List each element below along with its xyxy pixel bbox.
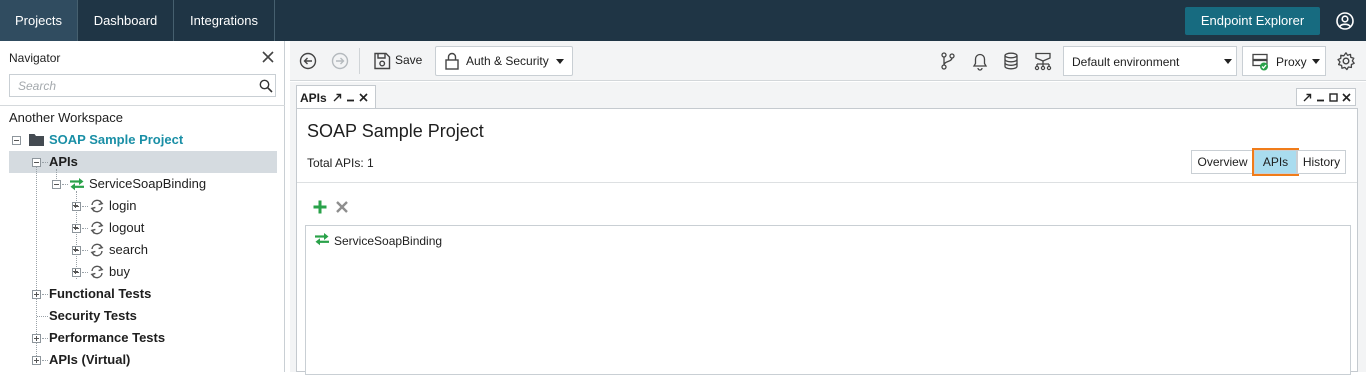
collapse-toggle[interactable] [32,158,41,167]
branch-icon[interactable] [938,51,958,71]
tab-divider [274,0,275,41]
tree-connector [42,360,48,361]
expand-toggle[interactable] [72,268,81,277]
tree-connector [82,228,88,229]
maximize-icon[interactable] [1329,93,1338,102]
total-apis-count: Total APIs: 1 [307,156,374,170]
chevron-down-icon [556,59,564,64]
auth-security-label: Auth & Security [466,54,549,68]
divider [0,105,285,106]
add-icon[interactable] [312,199,328,215]
endpoint-explorer-button[interactable]: Endpoint Explorer [1185,7,1320,35]
apis-panel: SOAP Sample Project Total APIs: 1 Overvi… [296,108,1358,375]
proxy-button[interactable]: Proxy [1242,46,1326,76]
expand-toggle[interactable] [32,356,41,365]
search-input[interactable] [10,75,250,96]
tree-item-binding[interactable]: ServiceSoapBinding [89,173,206,195]
refresh-operation-icon [90,243,104,257]
expand-toggle[interactable] [32,334,41,343]
search-icon[interactable] [259,79,273,93]
environment-value: Default environment [1072,55,1180,69]
chevron-down-icon [1312,59,1320,64]
gear-icon[interactable] [1336,51,1356,71]
collapse-toggle[interactable] [52,180,61,189]
top-navigation-bar: Projects Dashboard Integrations Endpoint… [0,0,1366,41]
close-icon[interactable] [359,93,368,102]
tree-item-operation[interactable]: login [109,195,136,217]
list-item[interactable]: ServiceSoapBinding [334,232,442,250]
bell-icon[interactable] [970,51,990,71]
tab-apis-document[interactable]: APIs [296,85,376,109]
tab-dashboard[interactable]: Dashboard [78,0,173,41]
page-title: SOAP Sample Project [307,121,484,141]
undock-icon[interactable] [1303,93,1312,102]
proxy-label: Proxy [1276,55,1307,69]
environment-select[interactable]: Default environment [1063,46,1237,76]
tree-item-apis[interactable]: APIs [49,151,78,173]
tree-item-operation[interactable]: logout [109,217,144,239]
editor-area: APIs SOAP Sample Project Total APIs: 1 O… [290,82,1366,375]
tab-projects[interactable]: Projects [0,0,77,41]
view-tab-overview[interactable]: Overview [1191,150,1254,174]
back-icon[interactable] [298,51,318,71]
tree-item-security-tests[interactable]: Security Tests [49,305,137,327]
tree-connector [56,169,57,179]
expand-toggle[interactable] [32,290,41,299]
tree-item-project[interactable]: SOAP Sample Project [49,129,183,151]
folder-icon [29,134,44,146]
refresh-operation-icon [90,221,104,235]
refresh-operation-icon [90,199,104,213]
panel-window-controls [1296,88,1356,106]
undock-icon[interactable] [333,93,342,102]
interface-icon [70,178,84,191]
navigator-title: Navigator [9,51,61,65]
tree-connector [42,162,48,163]
workspace-label: Another Workspace [9,110,123,125]
proxy-server-icon [1252,53,1268,71]
minimize-icon[interactable] [346,93,355,102]
auth-security-button[interactable]: Auth & Security [435,46,573,76]
delete-icon[interactable] [335,200,349,214]
save-button[interactable]: Save [395,53,422,67]
user-circle-icon[interactable] [1335,11,1355,31]
tree-connector [36,167,37,360]
navigator-panel: Navigator Another Workspace SOAP Sample … [0,41,285,372]
collapse-toggle[interactable] [12,136,21,145]
minimize-icon[interactable] [1316,93,1325,102]
tree-item-apis-virtual[interactable]: APIs (Virtual) [49,349,130,371]
expand-toggle[interactable] [72,202,81,211]
close-icon[interactable] [1342,93,1351,102]
tab-label: APIs [300,91,327,105]
tree-connector [82,206,88,207]
navigator-search [9,74,276,97]
tree-connector [42,294,48,295]
toolbar-divider [359,48,360,74]
close-icon[interactable] [261,50,275,64]
tree-item-operation[interactable]: search [109,239,148,261]
database-icon[interactable] [1001,51,1021,71]
tree-connector [82,250,88,251]
interface-icon [315,233,329,246]
refresh-operation-icon [90,265,104,279]
network-mock-icon[interactable] [1033,51,1053,71]
save-icon[interactable] [372,51,392,71]
forward-icon[interactable] [330,51,350,71]
tree-item-performance-tests[interactable]: Performance Tests [49,327,165,349]
tree-connector [42,338,48,339]
tab-integrations[interactable]: Integrations [174,0,274,41]
view-tab-history[interactable]: History [1297,150,1346,174]
view-tab-apis[interactable]: APIs [1252,148,1299,176]
tree-connector [82,272,88,273]
tree-item-operation[interactable]: buy [109,261,130,283]
expand-toggle[interactable] [72,246,81,255]
main-toolbar: Save Auth & Security Default environment [290,41,1366,81]
chevron-down-icon [1224,59,1232,64]
tree-item-functional-tests[interactable]: Functional Tests [49,283,151,305]
api-list: ServiceSoapBinding [305,225,1351,375]
lock-icon [445,52,459,70]
expand-toggle[interactable] [72,224,81,233]
tree-connector [62,184,68,185]
tree-connector [37,316,48,317]
divider [297,182,1357,183]
